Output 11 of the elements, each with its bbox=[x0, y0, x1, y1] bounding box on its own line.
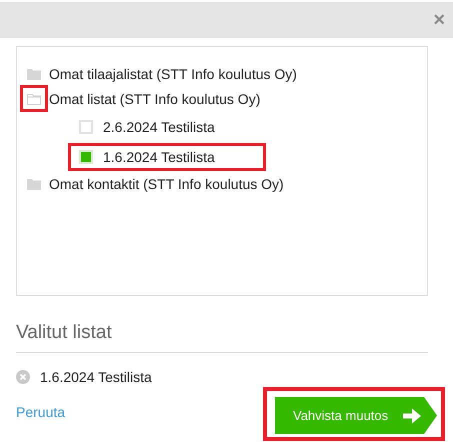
checkbox[interactable] bbox=[79, 150, 93, 164]
tree-folder-label[interactable]: Omat listat (STT Info koulutus Oy) bbox=[49, 90, 260, 106]
section-title: Valitut listat bbox=[16, 296, 428, 353]
arrow-right-icon bbox=[402, 406, 422, 424]
tree-folder-label[interactable]: Omat tilaajalistat (STT Info koulutus Oy) bbox=[49, 66, 297, 82]
checkbox[interactable] bbox=[79, 120, 93, 134]
list-item-label[interactable]: 2.6.2024 Testilista bbox=[103, 119, 215, 135]
list-item-label[interactable]: 1.6.2024 Testilista bbox=[103, 149, 215, 165]
remove-icon[interactable] bbox=[16, 370, 30, 384]
selected-list-label: 1.6.2024 Testilista bbox=[40, 369, 152, 385]
tree-folder-label[interactable]: Omat kontaktit (STT Info koulutus Oy) bbox=[49, 176, 284, 192]
